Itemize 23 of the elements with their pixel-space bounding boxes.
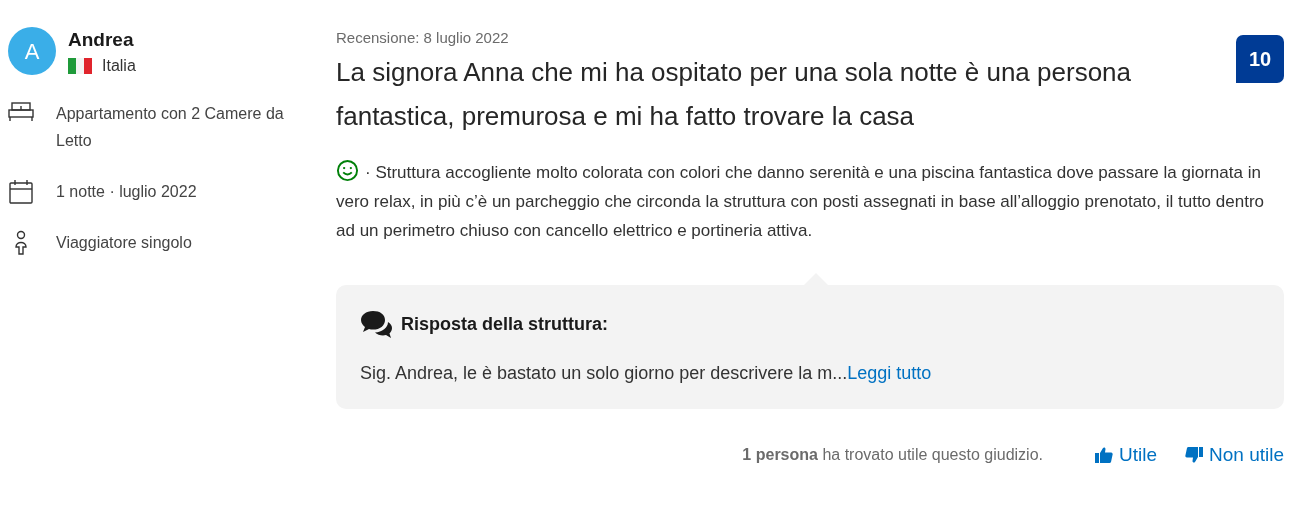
- helpful-button[interactable]: Utile: [1095, 441, 1157, 470]
- reviewer-name: Andrea: [68, 28, 135, 52]
- not-helpful-button[interactable]: Non utile: [1185, 441, 1284, 470]
- helpful-count-text: 1 persona ha trovato utile questo giudizio.: [742, 445, 1043, 466]
- response-heading: Risposta della struttura:: [401, 312, 609, 336]
- review-date: Recensione: 8 luglio 2022: [336, 28, 510, 48]
- bed-icon: [8, 101, 34, 123]
- review-text: · Struttura accogliente molto colorata con colori che danno serenità e una piscina fantastica dove passare la giornata in vero relax, in più c’è un parcheggio che circonda la struttura con posti assegnati in base all’alloggio prenotato, il tutto dentro ad un perimetro chiuso con cancello elettrico e portineria attiva.: [336, 158, 1281, 245]
- stay-detail-text: Viaggiatore singolo: [56, 233, 192, 253]
- read-more-link[interactable]: Leggi tutto: [847, 361, 932, 385]
- reviewer-country: Italia: [102, 56, 136, 76]
- response-text: Sig. Andrea, le è bastato un solo giorno per descrivere la m...: [360, 362, 848, 385]
- stay-detail-text: 1 notte · luglio 2022: [56, 182, 197, 202]
- calendar-icon: [8, 179, 34, 205]
- chat-bubbles-icon: [360, 310, 393, 338]
- score-badge: 10: [1236, 35, 1284, 83]
- flag-icon: [68, 58, 92, 74]
- thumbs-up-icon: [1095, 447, 1113, 464]
- smiley-icon: [336, 159, 359, 182]
- thumbs-down-icon: [1185, 447, 1203, 464]
- avatar: A: [8, 27, 56, 75]
- review-title: La signora Anna che mi ha ospitato per una sola notte è una persona fantastica, premurosa e mi ha fatto trovare la casa: [336, 56, 1132, 133]
- stay-detail-text: Appartamento con 2 Camere da Letto: [56, 104, 285, 151]
